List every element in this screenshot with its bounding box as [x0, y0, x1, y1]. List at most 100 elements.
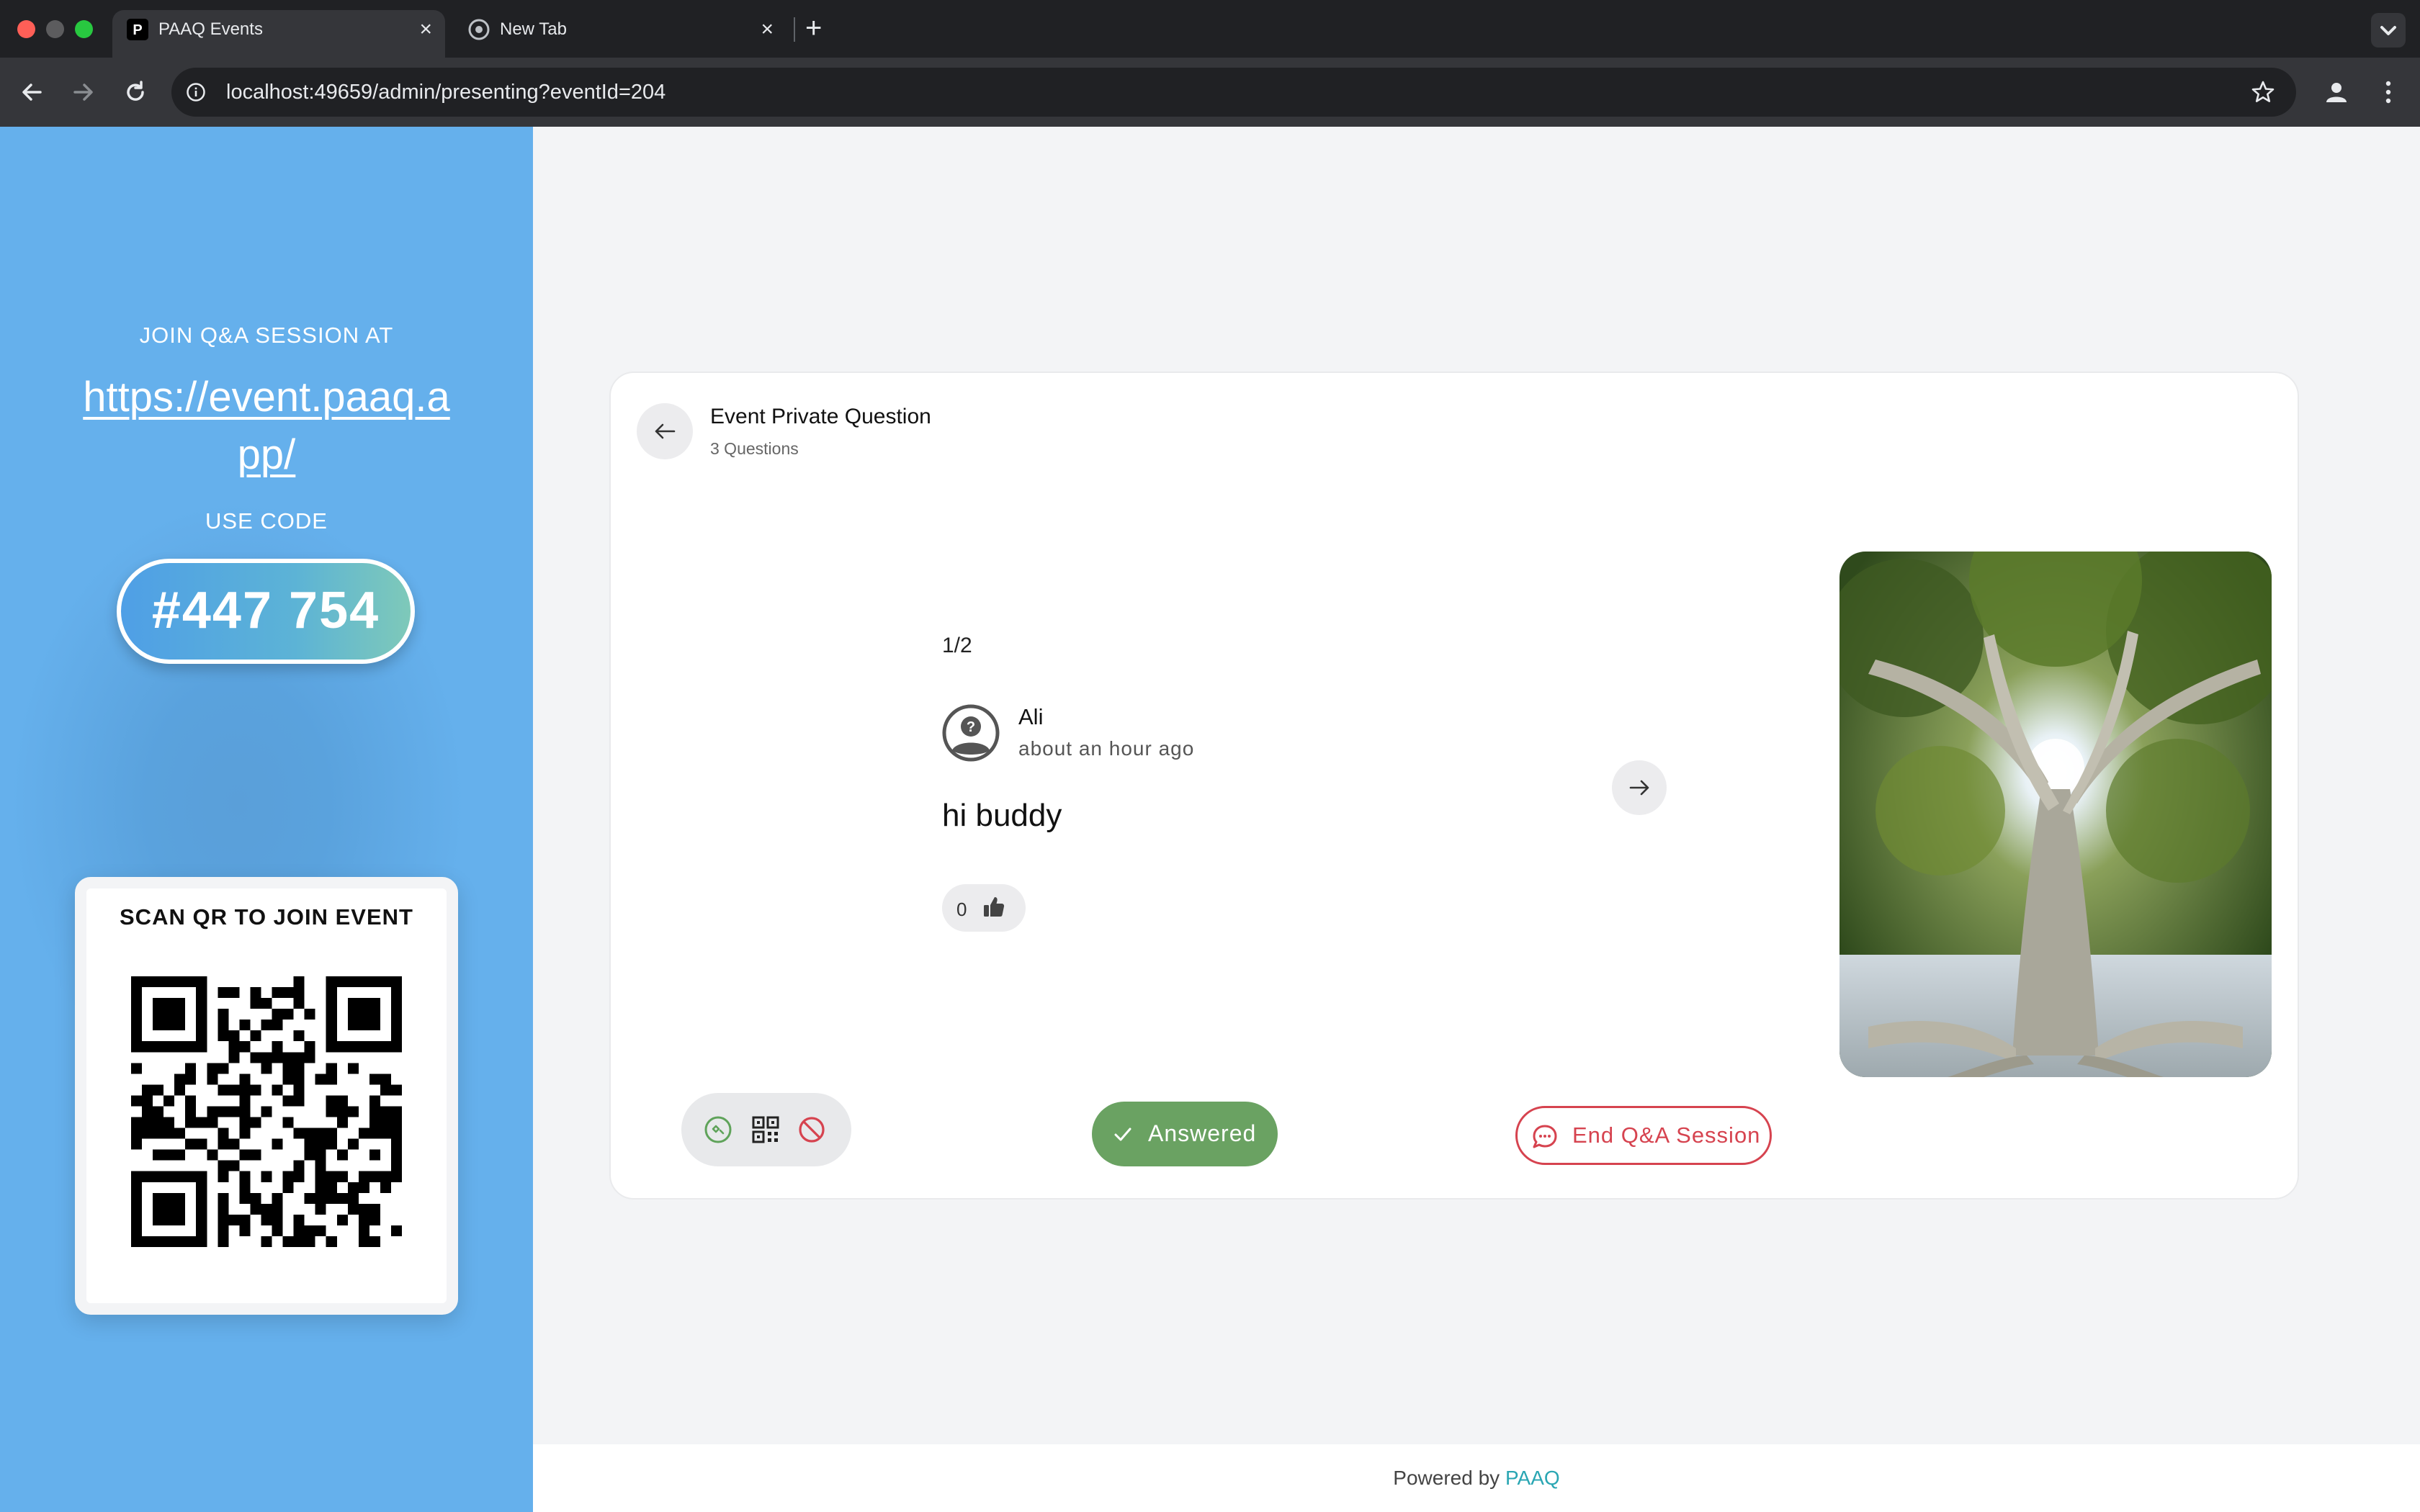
- qr-module: [131, 1063, 143, 1074]
- answered-button[interactable]: Answered: [1092, 1102, 1278, 1166]
- qr-card: SCAN QR TO JOIN EVENT: [75, 877, 458, 1315]
- qr-module: [163, 1236, 175, 1247]
- window-minimize-button[interactable]: [46, 20, 64, 38]
- qr-module: [390, 1138, 402, 1150]
- qr-module: [228, 987, 240, 999]
- qr-module: [390, 1084, 402, 1096]
- qr-module: [272, 1214, 283, 1225]
- window-zoom-button[interactable]: [75, 20, 93, 38]
- qr-module: [390, 1128, 402, 1139]
- qr-module: [315, 1074, 326, 1085]
- qr-module: [174, 1214, 186, 1225]
- end-session-button[interactable]: End Q&A Session: [1515, 1106, 1772, 1165]
- qr-module: [369, 1236, 380, 1247]
- qr-module: [185, 1117, 197, 1128]
- qr-module: [315, 1192, 326, 1204]
- qr-module: [153, 1117, 164, 1128]
- qr-module: [380, 1128, 391, 1139]
- browser-tab-paaq-events[interactable]: P PAAQ Events ×: [112, 10, 445, 58]
- qr-module: [390, 1149, 402, 1161]
- qr-module: [185, 1063, 197, 1074]
- qr-module: [153, 976, 164, 988]
- back-button[interactable]: [637, 403, 693, 459]
- close-tab-icon[interactable]: ×: [761, 17, 774, 42]
- forward-arrow-icon[interactable]: [69, 78, 98, 107]
- address-bar[interactable]: localhost:49659/admin/presenting?eventId…: [171, 68, 2296, 117]
- block-icon[interactable]: [797, 1115, 827, 1145]
- qr-module: [239, 1128, 251, 1139]
- qr-module: [185, 1074, 197, 1085]
- qr-module: [174, 1192, 186, 1204]
- qr-module: [326, 1009, 337, 1020]
- next-question-button[interactable]: [1612, 760, 1667, 815]
- qr-module: [326, 1063, 337, 1074]
- qr-module: [347, 1009, 359, 1020]
- paaq-link[interactable]: PAAQ: [1505, 1467, 1560, 1489]
- qr-module: [261, 1052, 272, 1063]
- qr-module: [272, 1225, 283, 1236]
- reload-icon[interactable]: [121, 78, 150, 107]
- highlight-icon[interactable]: [703, 1115, 733, 1145]
- question-author: Ali: [1018, 704, 1044, 729]
- qr-module: [380, 1041, 391, 1053]
- qr-module: [261, 1063, 272, 1074]
- qr-module: [131, 1009, 143, 1020]
- qr-module: [163, 1171, 175, 1182]
- qr-module: [261, 1214, 272, 1225]
- qr-module: [347, 1203, 359, 1215]
- qr-module: [163, 1041, 175, 1053]
- bookmark-star-icon[interactable]: [2250, 79, 2276, 105]
- qr-module: [185, 1041, 197, 1053]
- qr-code-small-icon[interactable]: [750, 1115, 781, 1145]
- qr-module: [358, 998, 369, 1009]
- qr-module: [304, 1138, 315, 1150]
- qr-module: [250, 1030, 261, 1042]
- like-button[interactable]: 0: [942, 884, 1026, 932]
- site-info-icon[interactable]: [186, 82, 206, 102]
- qr-module: [369, 1128, 380, 1139]
- qr-module: [207, 1074, 218, 1085]
- qr-module: [282, 1009, 294, 1020]
- qr-module: [272, 1203, 283, 1215]
- qr-module: [326, 1182, 337, 1193]
- browser-menu-icon[interactable]: [2377, 78, 2400, 107]
- qr-module: [153, 1041, 164, 1053]
- qr-module: [282, 1063, 294, 1074]
- qr-module: [390, 1020, 402, 1031]
- qr-module: [142, 1128, 153, 1139]
- qr-module: [131, 1171, 143, 1182]
- new-tab-button[interactable]: +: [805, 10, 822, 46]
- qr-module: [304, 1052, 315, 1063]
- qr-module: [358, 1041, 369, 1053]
- qr-module: [131, 1225, 143, 1236]
- footer: Powered by PAAQ: [533, 1444, 2420, 1512]
- qr-module: [131, 976, 143, 988]
- window-close-button[interactable]: [17, 20, 35, 38]
- qr-module: [326, 1074, 337, 1085]
- profile-icon[interactable]: [2322, 78, 2351, 107]
- qr-module: [326, 1095, 337, 1107]
- qr-module: [261, 1203, 272, 1215]
- qr-module: [174, 1236, 186, 1247]
- qr-module: [218, 1030, 229, 1042]
- qr-module: [228, 1214, 240, 1225]
- qr-module: [380, 1106, 391, 1117]
- qr-module: [218, 1214, 229, 1225]
- close-tab-icon[interactable]: ×: [419, 17, 432, 42]
- qr-module: [390, 1160, 402, 1171]
- qr-module: [250, 1117, 261, 1128]
- qr-module: [380, 1182, 391, 1193]
- qr-module: [390, 1041, 402, 1053]
- browser-tab-new-tab[interactable]: New Tab ×: [454, 10, 786, 58]
- qr-module: [272, 987, 283, 999]
- qr-module: [282, 1117, 294, 1128]
- qr-module: [196, 1236, 207, 1247]
- back-arrow-icon[interactable]: [17, 78, 46, 107]
- qr-module: [261, 1106, 272, 1117]
- question-timestamp: about an hour ago: [1018, 737, 1195, 760]
- tab-search-button[interactable]: [2371, 13, 2406, 48]
- qr-module: [390, 1117, 402, 1128]
- qr-module: [282, 1236, 294, 1247]
- qr-module: [185, 1171, 197, 1182]
- join-url-link[interactable]: https://event.paaq.app/: [72, 369, 461, 484]
